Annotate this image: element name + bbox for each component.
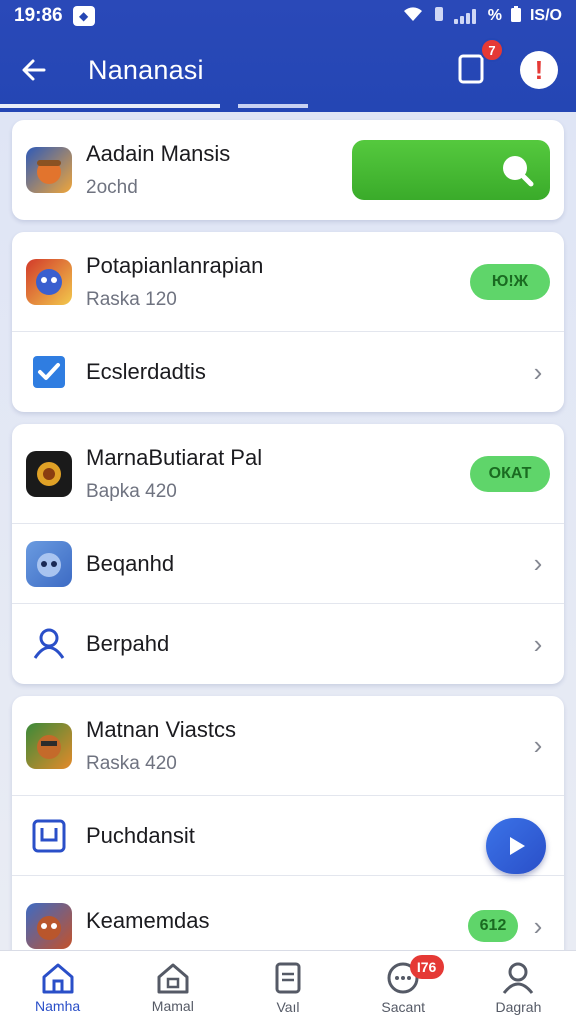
nav-item-chat[interactable]: I76 Sacant [346, 951, 461, 1024]
play-chat-icon [510, 837, 525, 855]
item-title: Aadain Mansis [86, 141, 231, 166]
game-app-icon [26, 722, 72, 769]
nav-label: Mamal [151, 997, 194, 1014]
list-item[interactable]: Matnan Viastcs Raska 420 › [12, 696, 564, 796]
item-label: Puchdansit [86, 822, 195, 848]
battery-percent: % [487, 7, 502, 24]
wifi-icon [402, 5, 424, 28]
chat-fab-button[interactable] [486, 818, 546, 874]
item-label: Ecslerdadtis [86, 359, 206, 384]
battery-icon [510, 5, 522, 28]
list-item[interactable]: Puchdansit [12, 796, 564, 876]
header: Nananasi 7 ! [0, 32, 576, 108]
status-pill-button[interactable]: 612 [468, 910, 518, 942]
item-title: Keamemdas [86, 908, 210, 933]
chevron-right-icon: › [533, 628, 543, 659]
tab-indicator [0, 104, 576, 108]
status-right-text: IS/O [529, 7, 562, 24]
checkbox-icon [26, 349, 72, 395]
status-time: 19:86 [14, 5, 63, 26]
list-item[interactable]: Keamemdas 612 › [12, 876, 564, 950]
top-app-bar: 19:86 ◆ % IS/O Nananasi 7 ! [0, 0, 576, 112]
item-subtitle: Bapka 420 [86, 480, 177, 502]
chevron-right-icon: › [533, 910, 543, 941]
nav-label: Vaıl [276, 998, 300, 1015]
game-app-icon [26, 147, 72, 193]
item-title: MarnaButiarat Pal [86, 444, 263, 470]
list-item[interactable]: Beqanhd › [12, 524, 564, 604]
clipboard-icon [275, 962, 301, 993]
user-outline-icon [26, 621, 72, 667]
arrow-left-icon [22, 59, 46, 81]
vibrate-icon [432, 5, 446, 28]
nav-label: Sacant [381, 998, 425, 1015]
nav-item-store[interactable]: Mamal [115, 951, 230, 1024]
nav-badge: I76 [409, 955, 444, 979]
chevron-right-icon: › [533, 548, 543, 578]
content-list[interactable]: Aadain Mansis 2ochd Potapianlanrapian Ra… [0, 112, 576, 950]
home-icon [42, 963, 74, 993]
back-button[interactable] [16, 52, 52, 88]
robot-avatar-icon [26, 540, 72, 587]
app-root: 19:86 ◆ % IS/O Nananasi 7 ! Aadain Mansi… [0, 0, 576, 1024]
item-label: Berpahd [86, 631, 170, 656]
list-item[interactable]: MarnaButiarat Pal Bapka 420 ОКАТ [12, 424, 564, 524]
house-icon [157, 963, 189, 993]
featured-card: Aadain Mansis 2ochd [12, 120, 564, 220]
status-pill-button[interactable]: Ю!Ж [470, 263, 550, 300]
status-pill-button[interactable]: ОКАТ [470, 455, 550, 492]
user-icon [503, 962, 534, 994]
list-item[interactable]: Ecslerdadtis › [12, 332, 564, 412]
nav-item-home[interactable]: Namha [0, 951, 115, 1024]
alert-button[interactable]: ! [520, 51, 558, 89]
notification-badge: 7 [480, 38, 504, 62]
search-icon [503, 156, 534, 187]
chevron-right-icon: › [533, 730, 543, 760]
item-subtitle: 2ochd [86, 177, 138, 198]
list-item[interactable]: Berpahd › [12, 604, 564, 684]
page-title: Nananasi [88, 54, 204, 85]
item-label: Beqanhd [86, 550, 175, 576]
item-subtitle: Raska 420 [86, 752, 177, 774]
list-item[interactable]: Aadain Mansis 2ochd [12, 120, 564, 220]
game-app-icon [26, 450, 72, 497]
app-notification-icon: ◆ [72, 6, 95, 26]
signal-icon [453, 8, 480, 24]
nav-label: Namha [35, 997, 81, 1014]
app-group: MarnaButiarat Pal Bapka 420 ОКАТ Beqanhd… [12, 424, 564, 684]
bottom-navigation: Namha Mamal Vaıl I76 Sacant Dagrah [0, 950, 576, 1024]
nav-label: Dagrah [495, 998, 542, 1015]
game-app-icon [26, 903, 72, 949]
notifications-button[interactable]: 7 [456, 38, 504, 90]
item-subtitle: Raska 120 [86, 288, 177, 310]
item-title: Potapianlanrapian [86, 252, 264, 278]
search-button[interactable] [352, 140, 550, 200]
purchase-icon [26, 813, 72, 859]
status-bar: 19:86 ◆ % IS/O [0, 0, 576, 32]
list-item[interactable]: Potapianlanrapian Raska 120 Ю!Ж [12, 232, 564, 332]
exclamation-icon: ! [534, 54, 544, 85]
nav-item-profile[interactable]: Dagrah [461, 951, 576, 1024]
chevron-right-icon: › [533, 356, 543, 387]
app-group: Matnan Viastcs Raska 420 › Puchdansit Ke… [12, 696, 564, 950]
nav-item-list[interactable]: Vaıl [230, 951, 345, 1024]
game-app-icon [26, 258, 72, 305]
item-title: Matnan Viastcs [86, 716, 237, 742]
app-group: Potapianlanrapian Raska 120 Ю!Ж Ecslerda… [12, 232, 564, 412]
